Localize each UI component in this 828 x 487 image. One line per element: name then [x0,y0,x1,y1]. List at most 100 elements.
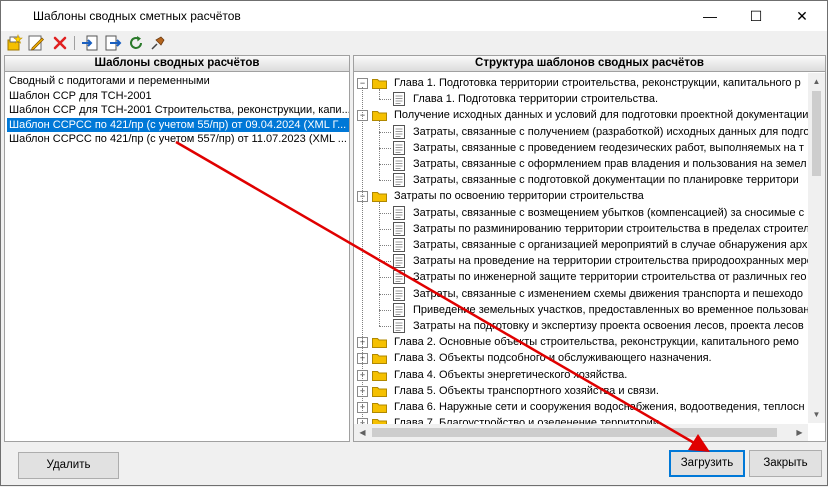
new-template-icon[interactable] [6,34,24,52]
tree-connector [379,147,391,149]
tree-folder-node[interactable]: + Глава 2. Основные объекты строительства… [354,334,808,350]
tree-node-label: Глава 1. Подготовка территории строитель… [394,77,801,89]
folder-icon [372,79,387,89]
maximize-button[interactable]: ☐ [733,1,779,31]
tree-node-label: Затраты, связанные с подготовкой докумен… [413,174,799,187]
folder-icon [372,192,387,203]
folder-icon [372,354,387,365]
tree-node-label: Глава 6. Наружные сети и сооружения водо… [394,401,805,413]
delete-button[interactable]: Удалить [18,452,119,479]
templates-list: Сводный с подитогами и переменными Шабло… [6,74,349,147]
tree-connector [379,131,391,133]
tree-node-label: Глава 4. Объекты энергетического хозяйст… [394,368,628,381]
tree-folder-node[interactable]: − Затраты по освоению территории строител… [354,188,808,204]
tree-leaf-node[interactable]: Затраты, связанные с возмещением убытков… [354,205,808,221]
list-item[interactable]: Шаблон ССР для ТСН-2001 Строительства, р… [7,103,349,118]
tree-leaf-node[interactable]: Затраты, связанные с подготовкой докумен… [354,172,808,188]
tree-folder-node[interactable]: + Глава 5. Объекты транспортного хозяйств… [354,383,808,399]
tree-connector [379,121,380,181]
toolbar-separator [74,36,75,50]
horizontal-scroll-thumb[interactable] [372,428,777,437]
document-icon [393,221,405,236]
document-icon [393,205,405,220]
tree-connector [379,261,391,263]
document-icon [393,173,405,188]
template-structure-panel: Структура шаблонов сводных расчётов − Гла… [353,55,826,442]
tree-connector [362,87,363,424]
horizontal-scrollbar[interactable]: ◀ ▶ [354,424,808,441]
folder-icon [372,111,387,122]
tree-node-label: Затраты по инженерной защите территории … [413,271,807,284]
tree-folder-node[interactable]: − Глава 1. Подготовка территории строител… [354,75,808,91]
close-button[interactable]: Закрыть [749,450,822,477]
delete-icon[interactable] [51,34,69,52]
tree-connector [379,245,391,246]
edit-icon[interactable] [27,34,45,52]
tree-leaf-node[interactable]: Затраты, связанные с организацией меропр… [354,237,808,253]
pin-icon[interactable] [149,34,167,52]
tree-node-label: Затраты, связанные с организацией меропр… [413,239,808,251]
vertical-scrollbar[interactable]: ▲ ▼ [808,73,825,423]
tree-leaf-node[interactable]: Затраты по инженерной защите территории … [354,269,808,285]
document-icon [393,140,405,155]
refresh-icon[interactable] [127,34,145,52]
tree-node-label: Затраты на проведение на территории стро… [413,255,808,268]
load-button[interactable]: Загрузить [669,450,745,477]
tree-connector [379,164,391,165]
tree-folder-node[interactable]: − Получение исходных данных и условий для… [354,107,808,123]
tree-node-label: Получение исходных данных и условий для … [394,109,808,122]
folder-icon [372,370,387,381]
tree-leaf-node[interactable]: Затраты, связанные с оформлением прав вл… [354,156,808,172]
list-item[interactable]: Шаблон ССР для ТСН-2001 [7,89,349,104]
document-icon [393,254,405,269]
minimize-button[interactable]: — [687,1,733,31]
tree-connector [379,309,391,311]
document-icon [393,319,405,333]
tree-leaf-node[interactable]: Затраты по разминированию территории стр… [354,221,808,237]
tree-connector [379,99,391,101]
close-window-button[interactable]: ✕ [779,1,825,31]
list-item[interactable]: Сводный с подитогами и переменными [7,74,349,89]
title-bar: Шаблоны сводных сметных расчётов — ☐ ✕ [1,1,827,31]
document-icon [393,92,405,107]
scroll-left-icon[interactable]: ◀ [354,424,371,441]
tree-leaf-node[interactable]: Затраты, связанные с изменением схемы дв… [354,286,808,302]
export-icon[interactable] [104,34,122,52]
tree-leaf-node[interactable]: Затраты на проведение на территории стро… [354,253,808,269]
document-icon [393,238,405,252]
document-icon [393,286,405,301]
document-icon [393,270,405,285]
window-title: Шаблоны сводных сметных расчётов [33,9,241,23]
scroll-up-icon[interactable]: ▲ [808,73,825,90]
tree-connector [379,293,391,295]
list-item-selected[interactable]: Шаблон ССРСС по 421/пр (с учетом 55/пр) … [6,116,349,133]
tree-node-label: Затраты, связанные с возмещением убытков… [413,206,805,219]
tree-leaf-node[interactable]: Глава 1. Подготовка территории строитель… [354,91,808,107]
folder-icon [372,403,387,413]
tree-folder-node[interactable]: + Глава 6. Наружные сети и сооружения вод… [354,399,808,415]
scroll-down-icon[interactable]: ▼ [808,406,825,423]
tree-node-label: Глава 5. Объекты транспортного хозяйства… [394,384,659,397]
scroll-right-icon[interactable]: ▶ [791,424,808,441]
tree-node-label: Затраты на подготовку и экспертизу проек… [413,320,804,332]
tree-leaf-node[interactable]: Приведение земельных участков, предостав… [354,302,808,318]
template-structure-tree: − Глава 1. Подготовка территории строител… [354,73,808,441]
list-item[interactable]: Шаблон ССРСС по 421/пр (с учетом 557/пр)… [7,132,349,147]
tree-node-label: Глава 2. Основные объекты строительства,… [394,336,799,349]
tree-leaf-node[interactable]: Затраты, связанные с проведением геодези… [354,140,808,156]
templates-list-header: Шаблоны сводных расчётов [5,56,349,72]
tree-connector [379,202,380,326]
tree-leaf-node[interactable]: Затраты на подготовку и экспертизу проек… [354,318,808,334]
tree-folder-node[interactable]: + Глава 3. Объекты подсобного и обслужива… [354,350,808,366]
tree-leaf-node[interactable]: Затраты, связанные с получением (разрабо… [354,124,808,140]
tree-node-label: Затраты по освоению территории строитель… [394,190,644,203]
template-structure-header: Структура шаблонов сводных расчётов [354,56,825,72]
folder-icon [372,386,387,397]
tree-node-label: Затраты, связанные с оформлением прав вл… [413,158,807,170]
import-icon[interactable] [81,34,99,52]
vertical-scroll-thumb[interactable] [812,91,821,176]
folder-icon [372,338,387,349]
document-icon [393,302,405,317]
tree-folder-node[interactable]: + Глава 4. Объекты энергетического хозяйс… [354,367,808,383]
tree-connector [379,180,391,182]
